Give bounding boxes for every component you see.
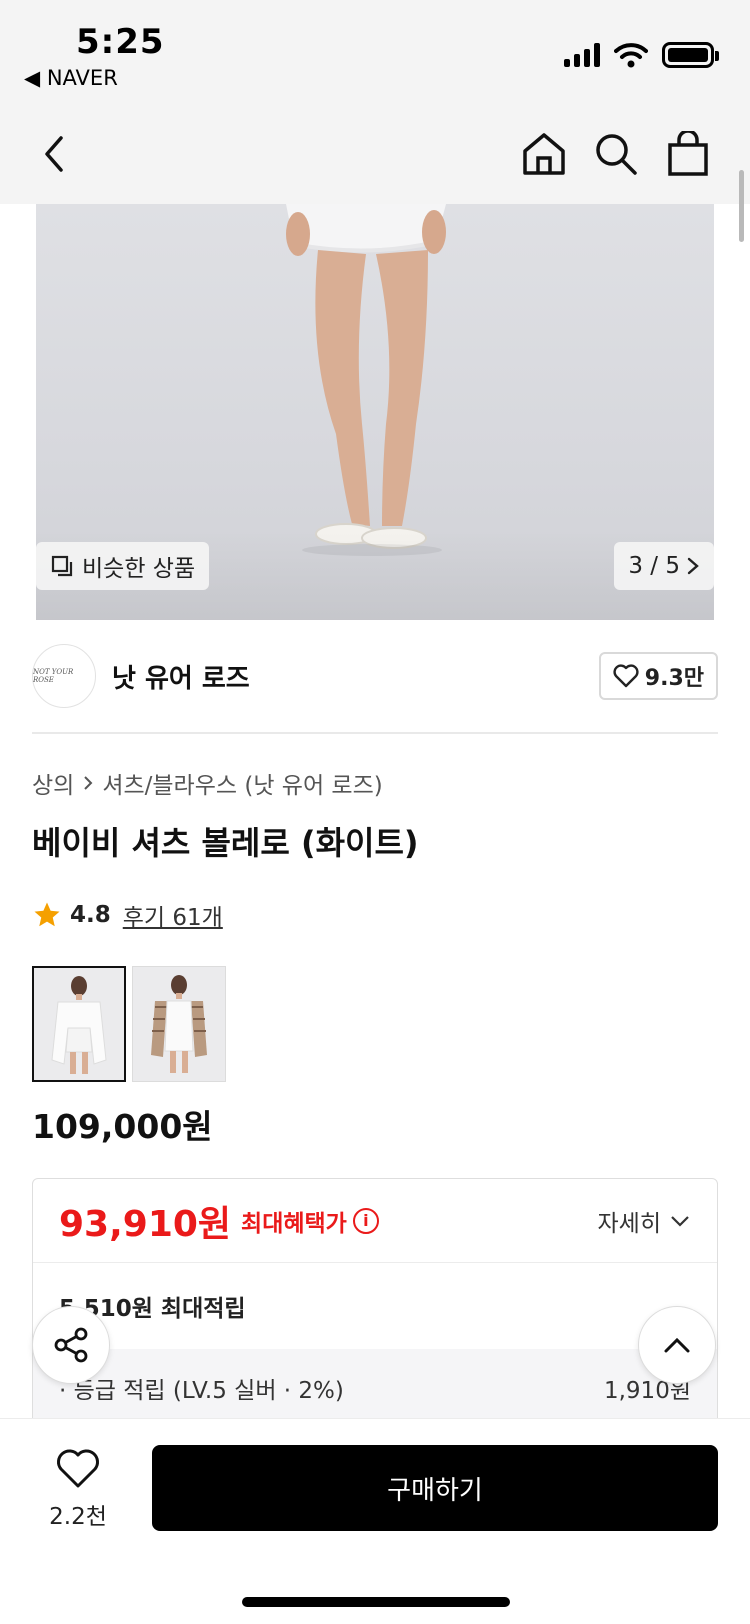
chevron-right-icon <box>84 776 93 790</box>
chevron-up-icon <box>664 1337 690 1353</box>
status-time: 5:25 <box>76 22 165 62</box>
brand-row[interactable]: NOT YOUR ROSE 낫 유어 로즈 9.3만 <box>32 644 718 710</box>
color-options <box>32 966 226 1082</box>
info-icon[interactable]: i <box>352 1207 379 1234</box>
cart-button[interactable] <box>660 126 716 182</box>
product-thumbnail <box>34 968 124 1080</box>
detail-label: 자세히 <box>597 1210 661 1237</box>
product-image-carousel[interactable]: 비슷한 상품 3 / 5 <box>36 204 714 620</box>
back-button[interactable] <box>26 126 82 182</box>
divider <box>32 732 718 734</box>
reward-row-label: · 등급 적립 (LV.5 실버 · 2%) <box>59 1378 344 1404</box>
product-title: 베이비 셔츠 볼레로 (화이트) <box>32 824 419 862</box>
scroll-top-button[interactable] <box>638 1306 716 1384</box>
brand-logo[interactable]: NOT YOUR ROSE <box>32 644 96 708</box>
benefit-detail-button[interactable]: 자세히 <box>598 1204 691 1238</box>
share-icon <box>54 1327 88 1363</box>
heart-outline-icon <box>57 1449 99 1488</box>
search-icon <box>596 134 637 175</box>
status-bar: 5:25 ◀ NAVER <box>0 0 750 112</box>
benefit-box: 93,910원 최대혜택가 i 자세히 5,510원 최대적립 · 등급 적립 … <box>32 1178 718 1438</box>
wishlist-button[interactable]: 2.2천 <box>36 1449 120 1531</box>
max-benefit-price: 93,910원 <box>59 1203 232 1245</box>
star-icon <box>34 902 60 927</box>
page-indicator-text: 3 / 5 <box>628 553 680 579</box>
copy-icon <box>51 555 73 577</box>
rating-score: 4.8 <box>70 902 111 928</box>
purchase-bar: 2.2천 구매하기 <box>0 1418 750 1624</box>
max-benefit-label: 최대혜택가 <box>241 1210 347 1237</box>
chevron-down-icon <box>671 1215 689 1227</box>
share-button[interactable] <box>32 1306 110 1384</box>
max-reward-title: 5,510원 최대적립 <box>59 1296 246 1322</box>
product-rating: 4.8 후기 61개 <box>32 898 223 932</box>
product-price: 109,000원 <box>32 1107 213 1146</box>
buy-button[interactable]: 구매하기 <box>152 1445 718 1531</box>
cellular-signal-icon <box>564 43 600 67</box>
review-count-link[interactable]: 후기 61개 <box>123 898 223 932</box>
battery-icon <box>662 42 719 68</box>
breadcrumb-category[interactable]: 상의 <box>32 766 74 800</box>
back-to-app-link[interactable]: ◀ NAVER <box>24 66 118 90</box>
color-option-check[interactable] <box>132 966 226 1082</box>
home-indicator[interactable] <box>242 1597 510 1607</box>
home-icon <box>523 133 565 175</box>
home-button[interactable] <box>516 126 572 182</box>
app-header <box>0 112 750 204</box>
chevron-left-icon <box>45 136 63 172</box>
status-icons <box>564 42 719 68</box>
color-option-white[interactable] <box>32 966 126 1082</box>
shopping-bag-icon <box>668 131 708 176</box>
wishlist-count: 2.2천 <box>49 1504 107 1530</box>
heart-outline-icon <box>613 664 639 688</box>
chevron-right-icon <box>687 557 699 575</box>
search-button[interactable] <box>588 126 644 182</box>
image-page-indicator[interactable]: 3 / 5 <box>614 542 714 590</box>
page-scrollbar[interactable] <box>739 170 744 242</box>
wifi-icon <box>614 43 648 68</box>
product-thumbnail <box>133 967 225 1081</box>
similar-products-label: 비슷한 상품 <box>82 556 196 582</box>
brand-name[interactable]: 낫 유어 로즈 <box>112 658 250 695</box>
breadcrumb: 상의 셔츠/블라우스 (낫 유어 로즈) <box>32 766 383 800</box>
max-benefit-row: 93,910원 최대혜택가 i 자세히 <box>33 1179 717 1263</box>
similar-products-button[interactable]: 비슷한 상품 <box>36 542 210 590</box>
breadcrumb-subcategory[interactable]: 셔츠/블라우스 (낫 유어 로즈) <box>102 766 382 800</box>
brand-follow-button[interactable]: 9.3만 <box>598 652 718 700</box>
brand-follower-count: 9.3만 <box>644 666 704 691</box>
